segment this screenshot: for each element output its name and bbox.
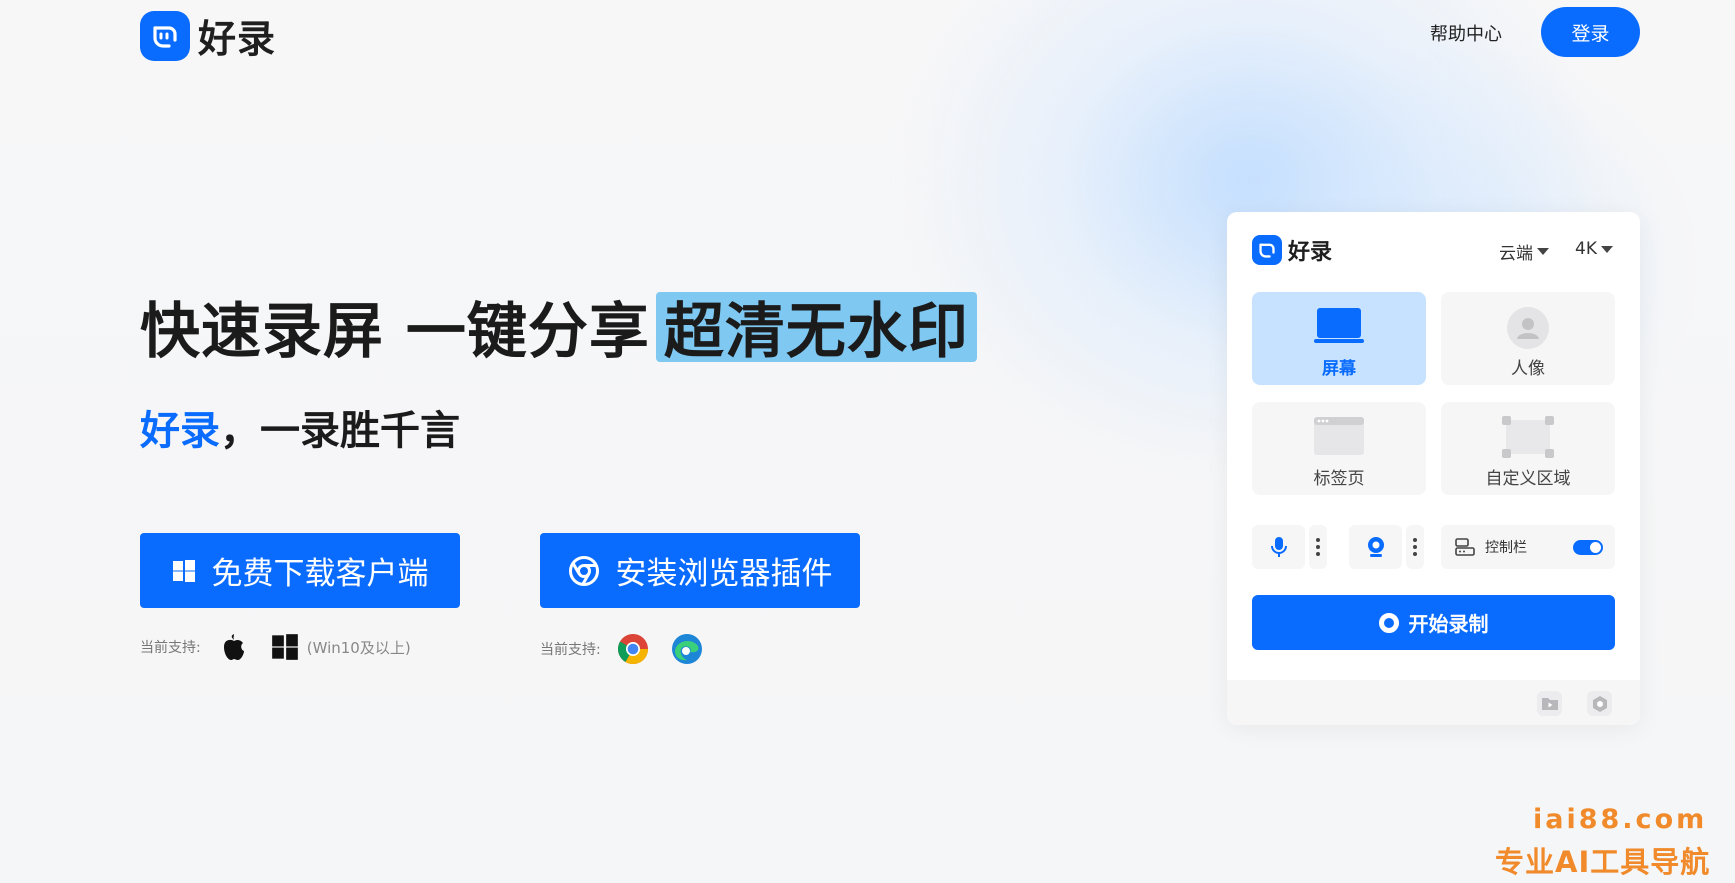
more-vertical-icon — [1316, 538, 1320, 556]
camera-options-button[interactable] — [1406, 525, 1424, 569]
browser-support-label: 当前支持: — [540, 642, 601, 658]
microphone-toggle[interactable] — [1252, 525, 1305, 569]
chevron-down-icon — [1537, 248, 1549, 255]
laptop-screen-icon — [1314, 308, 1364, 343]
chevron-down-icon — [1600, 245, 1613, 253]
install-extension-label: 安装浏览器插件 — [615, 556, 833, 591]
download-client-button[interactable]: 免费下载客户端 — [140, 533, 460, 608]
desktop-support-label: 当前支持: — [140, 640, 201, 656]
logo-text: 好录 — [198, 17, 277, 61]
storage-value: 云端 — [1499, 244, 1533, 264]
watermark-slogan: 专业AI工具导航 — [1495, 845, 1711, 879]
windows-icon — [172, 559, 195, 582]
page-subtitle: 好录，一录胜千言 — [140, 398, 460, 456]
install-extension-button[interactable]: 安装浏览器插件 — [540, 533, 860, 608]
page-headline: 快速录屏 一键分享 超清无水印 — [140, 283, 977, 370]
mode-screen[interactable]: 屏幕 — [1252, 292, 1426, 385]
windows-requirement: (Win10及以上) — [306, 638, 411, 657]
help-center-link[interactable]: 帮助中心 — [1430, 20, 1502, 46]
microphone-options-button[interactable] — [1309, 525, 1327, 569]
headline-highlight: 超清无水印 — [655, 291, 977, 367]
control-bar-setting: 控制栏 — [1441, 525, 1615, 569]
mode-portrait-label: 人像 — [1511, 359, 1545, 379]
quality-dropdown[interactable]: 4K — [1575, 239, 1613, 259]
quality-value: 4K — [1575, 239, 1597, 259]
chrome-icon — [568, 555, 599, 586]
recorder-panel: 好录 云端 4K 屏幕 人像 标签页 自定义区域 控制栏 开始录制 — [1227, 212, 1640, 725]
login-button[interactable]: 登录 — [1541, 7, 1640, 57]
start-recording-button[interactable]: 开始录制 — [1252, 595, 1615, 650]
region-select-icon — [1502, 416, 1554, 458]
mode-tab[interactable]: 标签页 — [1252, 402, 1426, 495]
edge-browser-icon — [671, 634, 702, 664]
settings-icon — [1592, 695, 1607, 712]
windows-icon — [271, 634, 298, 660]
start-recording-label: 开始录制 — [1408, 614, 1489, 636]
mode-custom-area-label: 自定义区域 — [1485, 469, 1571, 489]
chrome-browser-icon — [617, 634, 648, 665]
site-logo[interactable]: 好录 — [140, 8, 276, 63]
settings-button[interactable] — [1587, 691, 1612, 716]
download-client-label: 免费下载客户端 — [211, 556, 429, 591]
subtitle-text: ，一录胜千言 — [220, 408, 460, 454]
browser-support: 当前支持: — [540, 633, 703, 665]
mode-portrait[interactable]: 人像 — [1441, 292, 1615, 385]
headline-main: 快速录屏 一键分享 — [140, 297, 650, 367]
desktop-support: 当前支持: (Win10及以上) — [140, 633, 411, 661]
logo-icon — [140, 10, 190, 61]
apple-icon — [223, 634, 244, 660]
recorder-logo-icon — [1252, 235, 1282, 265]
person-icon — [1507, 307, 1549, 349]
landing-page: 好录 帮助中心 登录 快速录屏 一键分享 超清无水印 好录，一录胜千言 免费下载… — [0, 0, 1735, 883]
control-bar-switch[interactable] — [1573, 540, 1603, 555]
subtitle-brand: 好录 — [140, 408, 220, 454]
control-bar-label: 控制栏 — [1485, 540, 1527, 556]
microphone-icon — [1270, 537, 1287, 557]
recorder-footer — [1227, 680, 1640, 725]
webcam-icon — [1367, 537, 1384, 557]
video-library-button[interactable] — [1537, 691, 1562, 716]
folder-play-icon — [1541, 698, 1558, 710]
watermark-domain: iai88.com — [1533, 804, 1708, 835]
recorder-header: 好录 — [1252, 234, 1332, 266]
recorder-title: 好录 — [1288, 240, 1333, 265]
control-bar-icon — [1455, 538, 1475, 556]
record-icon — [1378, 612, 1399, 633]
storage-dropdown[interactable]: 云端 — [1499, 239, 1549, 264]
camera-toggle[interactable] — [1349, 525, 1402, 569]
more-vertical-icon — [1413, 538, 1417, 556]
browser-tab-icon — [1314, 417, 1364, 455]
mode-custom-area[interactable]: 自定义区域 — [1441, 402, 1615, 495]
mode-screen-label: 屏幕 — [1322, 359, 1356, 379]
mode-tab-label: 标签页 — [1313, 469, 1365, 489]
